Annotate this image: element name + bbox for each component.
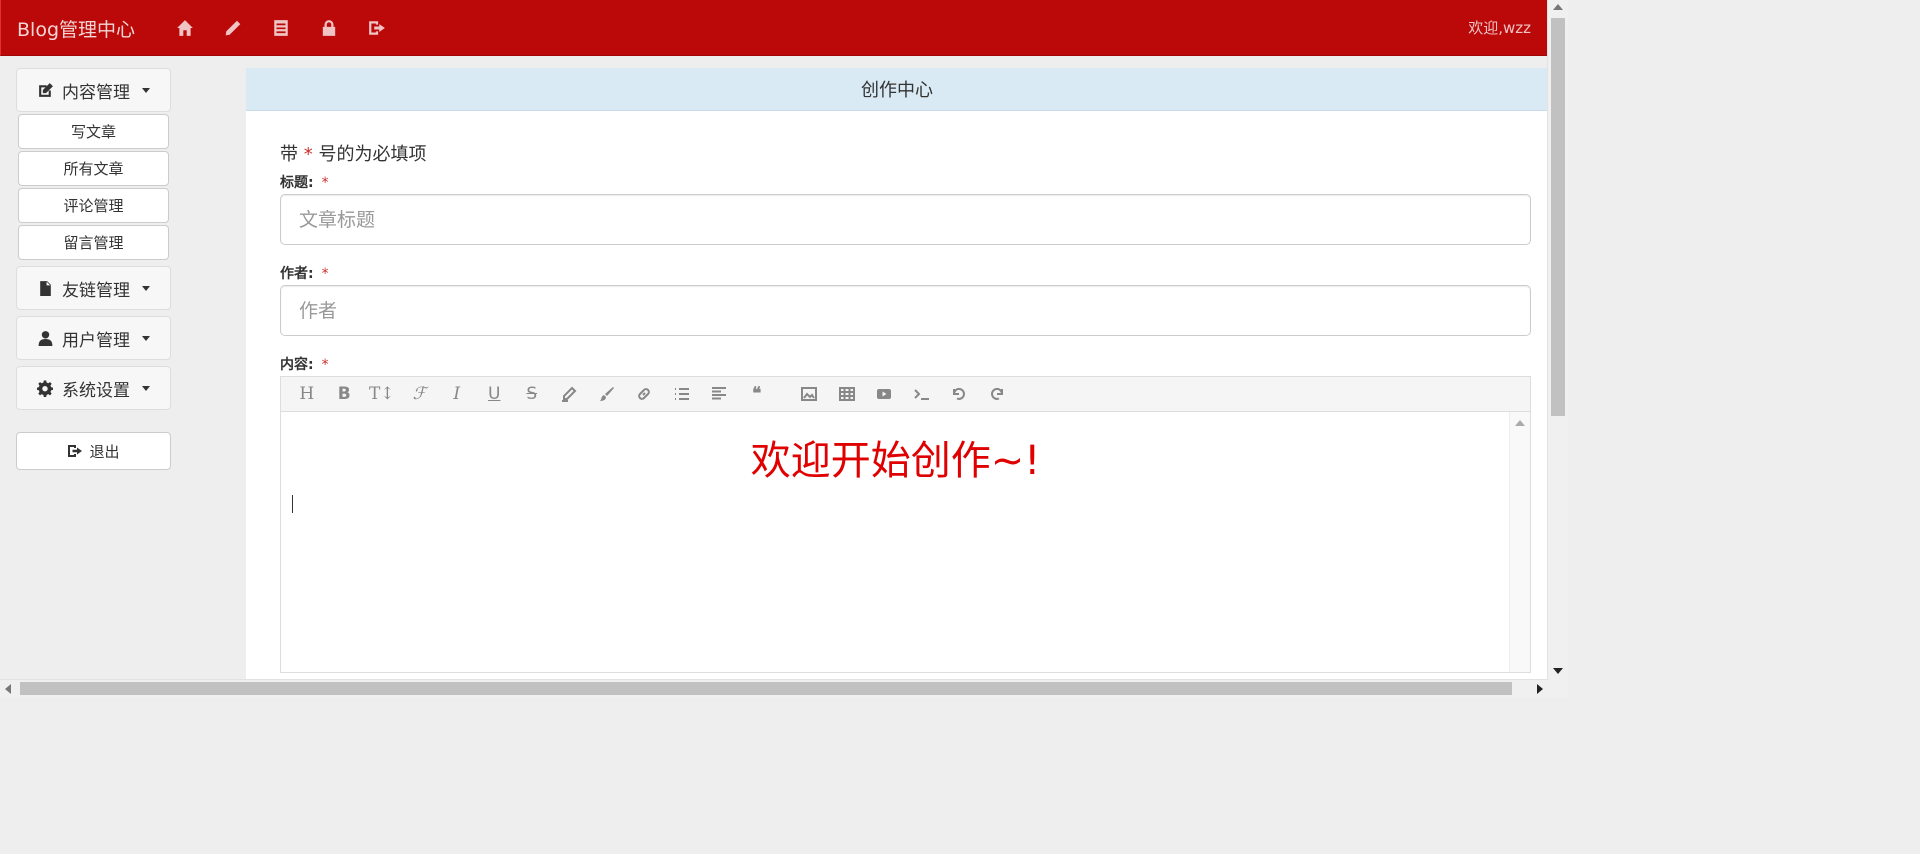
title-input[interactable] — [280, 194, 1531, 245]
title-group: 标题: * — [280, 172, 1531, 245]
menu-label: 内容管理 — [62, 82, 130, 103]
italic-icon[interactable]: I — [438, 380, 476, 408]
author-input[interactable] — [280, 285, 1531, 336]
bold-icon[interactable]: B — [326, 380, 364, 408]
undo-icon[interactable] — [941, 380, 979, 408]
scroll-up-icon[interactable] — [1515, 420, 1525, 426]
required-mark: * — [321, 357, 329, 373]
lock-icon[interactable] — [305, 14, 353, 42]
heading-icon[interactable]: H — [288, 380, 326, 408]
scroll-up-arrow-icon[interactable] — [1553, 4, 1563, 10]
window-vertical-scrollbar[interactable] — [1547, 0, 1568, 680]
horizontal-scroll-thumb[interactable] — [20, 682, 1512, 695]
caret-down-icon — [142, 385, 150, 391]
hint-star: * — [303, 144, 313, 165]
sidebar: 内容管理 写文章 所有文章 评论管理 留言管理 友链管理 用户管理 系统设置 退… — [16, 68, 171, 470]
author-label-text: 作者: — [280, 266, 314, 282]
sidebar-item-comments[interactable]: 评论管理 — [18, 188, 169, 223]
sidebar-item-write-article[interactable]: 写文章 — [18, 114, 169, 149]
redo-icon[interactable] — [978, 380, 1016, 408]
content-group: 内容: * H B T↕ ℱ I U S ❝ 欢迎开始创作~! — [280, 354, 1531, 673]
menu-links-management[interactable]: 友链管理 — [16, 266, 171, 310]
editor-content-area[interactable]: 欢迎开始创作~! — [281, 412, 1530, 672]
vertical-scroll-thumb[interactable] — [1551, 18, 1565, 416]
logout-button[interactable]: 退出 — [16, 432, 171, 470]
required-hint: 带 * 号的为必填项 — [280, 140, 1531, 166]
highlighter-icon[interactable] — [551, 380, 589, 408]
welcome-user[interactable]: 欢迎,wzz — [1468, 17, 1531, 38]
file-icon — [40, 280, 51, 296]
menu-label: 用户管理 — [62, 330, 130, 351]
user-icon — [38, 330, 53, 346]
brush-icon[interactable] — [588, 380, 626, 408]
unordered-list-icon[interactable] — [663, 380, 701, 408]
title-label-text: 标题: — [280, 175, 314, 191]
video-icon[interactable] — [866, 380, 904, 408]
scroll-right-arrow-icon[interactable] — [1537, 684, 1543, 694]
caret-down-icon — [142, 285, 150, 291]
page-title: 创作中心 — [246, 68, 1548, 111]
list-icon[interactable] — [257, 14, 305, 42]
scroll-left-arrow-icon[interactable] — [5, 684, 11, 694]
author-label: 作者: * — [280, 263, 1531, 285]
content-label-text: 内容: — [280, 357, 314, 373]
quote-icon[interactable]: ❝ — [738, 380, 776, 408]
scroll-down-arrow-icon[interactable] — [1553, 668, 1563, 674]
menu-system-settings[interactable]: 系统设置 — [16, 366, 171, 410]
scrollbar-corner — [1548, 680, 1568, 697]
underline-icon[interactable]: U — [476, 380, 514, 408]
menu-group-content: 内容管理 写文章 所有文章 评论管理 留言管理 — [16, 68, 171, 260]
hint-suffix: 号的为必填项 — [318, 144, 427, 165]
editor-welcome-heading: 欢迎开始创作~! — [750, 438, 1041, 484]
menu-user-management[interactable]: 用户管理 — [16, 316, 171, 360]
image-icon[interactable] — [791, 380, 829, 408]
text-size-icon[interactable]: T↕ — [363, 380, 401, 408]
caret-down-icon — [142, 335, 150, 341]
required-mark: * — [321, 266, 329, 282]
font-icon[interactable]: ℱ — [401, 380, 439, 408]
content-label: 内容: * — [280, 354, 1531, 376]
menu-label: 系统设置 — [62, 380, 130, 401]
caret-down-icon — [142, 87, 150, 93]
strikethrough-icon[interactable]: S — [513, 380, 551, 408]
pencil-icon[interactable] — [209, 14, 257, 42]
sidebar-item-all-articles[interactable]: 所有文章 — [18, 151, 169, 186]
logout-icon[interactable] — [353, 14, 401, 42]
home-icon[interactable] — [161, 14, 209, 42]
menu-group-settings: 系统设置 — [16, 366, 171, 410]
brand-title[interactable]: Blog管理中心 — [17, 15, 135, 42]
logout-label: 退出 — [89, 442, 120, 461]
table-icon[interactable] — [828, 380, 866, 408]
top-navbar: Blog管理中心 欢迎,wzz — [0, 0, 1548, 56]
menu-content-management[interactable]: 内容管理 — [16, 68, 171, 112]
required-mark: * — [321, 175, 329, 191]
nav-icon-bar — [161, 14, 401, 42]
menu-group-users: 用户管理 — [16, 316, 171, 360]
main-panel: 创作中心 带 * 号的为必填项 标题: * 作者: * 内容: * H — [246, 68, 1548, 697]
logout-icon — [68, 445, 83, 457]
align-left-icon[interactable] — [701, 380, 739, 408]
menu-label: 友链管理 — [62, 280, 130, 301]
editor-scrollbar[interactable] — [1509, 412, 1530, 672]
gear-icon — [37, 379, 53, 397]
menu-group-links: 友链管理 — [16, 266, 171, 310]
link-icon[interactable] — [626, 380, 664, 408]
edit-icon — [39, 82, 53, 97]
sidebar-item-messages[interactable]: 留言管理 — [18, 225, 169, 260]
hint-prefix: 带 — [280, 144, 298, 165]
markdown-editor: H B T↕ ℱ I U S ❝ 欢迎开始创作~! — [280, 376, 1531, 673]
text-cursor — [292, 495, 293, 513]
title-label: 标题: * — [280, 172, 1531, 194]
editor-toolbar: H B T↕ ℱ I U S ❝ — [281, 377, 1530, 412]
code-icon[interactable] — [903, 380, 941, 408]
article-form: 带 * 号的为必填项 标题: * 作者: * 内容: * H B T↕ — [280, 140, 1531, 673]
author-group: 作者: * — [280, 263, 1531, 336]
window-horizontal-scrollbar[interactable] — [0, 679, 1548, 697]
